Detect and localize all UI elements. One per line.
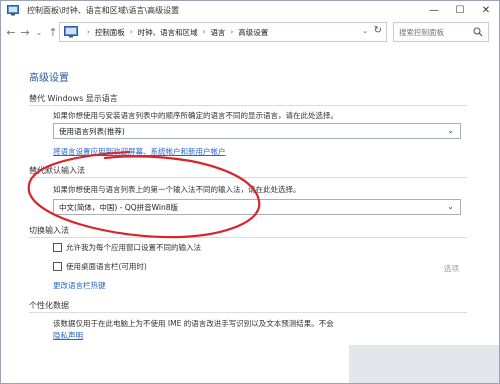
change-language-bar-hotkeys-link[interactable]: 更改语言栏热键 bbox=[53, 280, 106, 291]
main-content: 高级设置 替代 Windows 显示语言 如果你想使用与安装语言列表中的顺序所确… bbox=[1, 45, 499, 383]
back-button[interactable]: ← bbox=[4, 23, 18, 41]
refresh-icon[interactable]: ↻ bbox=[374, 25, 382, 36]
per-app-input-method-label: 允许我为每个应用窗口设置不同的输入法 bbox=[66, 243, 201, 252]
recent-locations-button[interactable]: ⌄ bbox=[32, 23, 46, 41]
breadcrumb: › 控制面板 › 时钟、语言和区域 › 语言 › 高级设置 bbox=[82, 27, 268, 38]
breadcrumb-clock-language-region[interactable]: 时钟、语言和区域 bbox=[138, 27, 198, 38]
address-bar[interactable]: › 控制面板 › 时钟、语言和区域 › 语言 › 高级设置 ⌄ ↻ bbox=[59, 22, 387, 42]
display-language-select-value: 使用语言列表(推荐) bbox=[59, 126, 125, 136]
chevron-down-icon: ⌄ bbox=[447, 126, 454, 135]
breadcrumb-chevron-icon: › bbox=[230, 28, 234, 36]
control-panel-location-icon bbox=[64, 26, 78, 38]
personalization-data-heading: 个性化数据 bbox=[29, 301, 69, 310]
maximize-button[interactable]: ☐ bbox=[447, 1, 473, 19]
control-panel-window: 控制面板\时钟、语言和区域\语言\高级设置 — ☐ ✕ ← → ⌄ ↑ › 控制… bbox=[0, 0, 500, 384]
language-bar-options-link[interactable]: 选项 bbox=[444, 263, 459, 274]
desktop-language-bar-label: 使用桌面语言栏(可用时) bbox=[66, 262, 147, 271]
default-input-method-select-value: 中文(简体，中国) - QQ拼音Win8版 bbox=[59, 202, 178, 212]
override-display-language-heading: 替代 Windows 显示语言 bbox=[29, 94, 118, 103]
override-input-method-heading: 替代默认输入法 bbox=[29, 166, 85, 175]
control-panel-icon bbox=[7, 4, 19, 15]
search-box[interactable] bbox=[393, 22, 489, 42]
navigation-bar: ← → ⌄ ↑ › 控制面板 › 时钟、语言和区域 › 语言 › 高级设置 ⌄ … bbox=[1, 21, 499, 43]
breadcrumb-chevron-icon: › bbox=[87, 28, 90, 36]
override-input-method-description: 如果你想使用与语言列表上的第一个输入法不同的输入法，请在此处选择。 bbox=[53, 185, 301, 194]
breadcrumb-advanced-settings[interactable]: 高级设置 bbox=[238, 27, 268, 38]
per-app-input-method-option[interactable]: 允许我为每个应用窗口设置不同的输入法 bbox=[53, 242, 201, 253]
divider bbox=[29, 105, 467, 106]
breadcrumb-language[interactable]: 语言 bbox=[210, 27, 225, 38]
display-language-select[interactable]: 使用语言列表(推荐) ⌄ bbox=[53, 123, 461, 139]
breadcrumb-chevron-icon: › bbox=[129, 28, 133, 36]
divider bbox=[29, 177, 467, 178]
breadcrumb-chevron-icon: › bbox=[202, 28, 206, 36]
switch-input-method-heading: 切换输入法 bbox=[29, 226, 69, 235]
privacy-statement-link[interactable]: 隐私声明 bbox=[53, 330, 83, 341]
search-icon[interactable] bbox=[473, 27, 483, 37]
override-display-language-description: 如果你想使用与安装语言列表中的顺序所确定的语言不同的显示语言，请在此处选择。 bbox=[53, 111, 338, 120]
per-app-input-method-checkbox[interactable] bbox=[53, 243, 62, 252]
divider bbox=[29, 312, 467, 313]
desktop-language-bar-option[interactable]: 使用桌面语言栏(可用时) bbox=[53, 261, 147, 272]
page-title: 高级设置 bbox=[29, 73, 69, 84]
title-bar: 控制面板\时钟、语言和区域\语言\高级设置 — ☐ ✕ bbox=[1, 1, 499, 19]
address-dropdown-icon[interactable]: ⌄ bbox=[362, 27, 368, 35]
personalization-data-description: 该数据仅用于在此电脑上为不使用 IME 的语言改进手写识别以及文本预测结果。不会 bbox=[53, 319, 334, 328]
apply-language-settings-link[interactable]: 将语言设置应用到欢迎屏幕、系统帐户和新用户帐户 bbox=[53, 146, 226, 157]
default-input-method-select[interactable]: 中文(简体，中国) - QQ拼音Win8版 ⌄ bbox=[53, 199, 461, 215]
chevron-down-icon: ⌄ bbox=[447, 202, 454, 211]
minimize-button[interactable]: — bbox=[421, 1, 447, 19]
divider bbox=[29, 237, 467, 238]
close-button[interactable]: ✕ bbox=[473, 1, 499, 19]
desktop-language-bar-checkbox[interactable] bbox=[53, 262, 62, 271]
search-input[interactable] bbox=[399, 27, 477, 37]
desktop-background-area bbox=[349, 345, 499, 383]
up-button[interactable]: ↑ bbox=[46, 23, 60, 41]
breadcrumb-control-panel[interactable]: 控制面板 bbox=[95, 27, 125, 38]
window-title: 控制面板\时钟、语言和区域\语言\高级设置 bbox=[27, 5, 180, 15]
forward-button[interactable]: → bbox=[18, 23, 32, 41]
